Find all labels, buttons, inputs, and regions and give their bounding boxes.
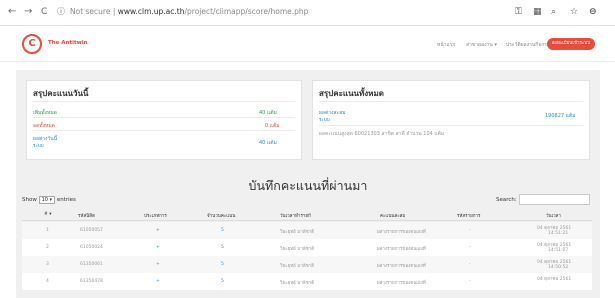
search-label: Search: (496, 197, 517, 203)
col-recorder[interactable]: วันเวลาทำรายกี (280, 212, 311, 219)
today-added-label: เพิ่มทั้งหมด (33, 110, 57, 116)
menu-item-home[interactable]: หน้าแรก (437, 41, 455, 49)
star-icon[interactable]: ☆ (570, 6, 578, 18)
col-num[interactable]: # ▾ (44, 212, 51, 217)
col-student-id[interactable]: รหัสนิสิต (78, 212, 95, 219)
search-icon[interactable]: ⌕ (551, 6, 556, 18)
security-label: Not secure (70, 7, 111, 16)
col-amount[interactable]: จำนวนคะแนน (207, 212, 235, 219)
table-row[interactable]: 4 61350478 + 5 วิยะยุทธ์ มาลีชาติ ผล่างร… (22, 273, 592, 290)
col-score[interactable]: คะแนนสะสม (380, 212, 405, 219)
col-code[interactable]: รหัสรายการ (457, 212, 480, 219)
today-summary-panel: สรุปคะแนนวันนี้ เพิ่มทั้งหมด 40 แต้ม ลดท… (26, 80, 302, 160)
main-content: สรุปคะแนนวันนี้ เพิ่มทั้งหมด 40 แต้ม ลดท… (16, 70, 600, 298)
col-type[interactable]: ประเภทการ (144, 212, 167, 219)
entries-length-control: Show 10 ▾ entries (22, 196, 76, 204)
table-header: # ▾ รหัสนิสิต ประเภทการ จำนวนคะแนน วันเว… (22, 210, 592, 221)
col-datetime[interactable]: วันเวลา (546, 212, 561, 219)
entries-select[interactable]: 10 ▾ (38, 196, 56, 204)
key-icon[interactable]: ⚿ (515, 6, 522, 18)
today-removed-label: ลดทั้งหมด (33, 123, 55, 129)
back-arrow-icon[interactable]: ← (8, 6, 16, 18)
url-host: www.clm.up.ac.th (117, 7, 185, 16)
account-icon[interactable]: ⊖ (589, 6, 597, 18)
table-row[interactable]: 2 61050024 + 5 วิยะยุทธ์ มาลีชาติ ผล่างร… (22, 239, 592, 256)
total-summary-panel: สรุปคะแนนทั้งหมด ผลต่างสะสม ระบบ 190827 … (312, 80, 590, 160)
site-logo[interactable]: C (22, 34, 42, 54)
info-icon[interactable]: ⓘ (57, 6, 65, 18)
address-bar[interactable]: Not secure | www.clm.up.ac.th/project/cl… (70, 6, 308, 18)
top-score-note: ผลคะแนนสูงสุด 60021303 สาขิต สาดี จำนวน … (319, 131, 445, 137)
forward-arrow-icon[interactable]: → (24, 6, 32, 18)
url-path: /project/climapp/score/home.php (184, 7, 309, 16)
site-brand[interactable]: The Antitwin (48, 40, 88, 46)
total-summary-title: สรุปคะแนนทั้งหมด (319, 89, 384, 98)
total-diff-sub: ระบบ (319, 118, 330, 123)
login-button[interactable]: ลงทะเบียนเข้าระบบ (547, 38, 595, 50)
today-removed-value: 0 แต้ม (265, 123, 280, 129)
today-summary-title: สรุปคะแนนวันนี้ (33, 89, 89, 98)
table-row[interactable]: 1 61050057 + 5 วิยะยุทธ์ มาลีชาติ ผล่างร… (22, 222, 592, 239)
translate-icon[interactable]: ▦ (533, 6, 542, 18)
search-input[interactable] (519, 194, 590, 205)
today-diff-sub: ระบบ (33, 144, 44, 149)
history-title: บันทึกคะแนนที่ผ่านมา (248, 178, 368, 193)
browser-toolbar: ← → C ⓘ Not secure | www.clm.up.ac.th/pr… (0, 0, 615, 26)
today-added-value: 40 แต้ม (259, 110, 277, 116)
table-row[interactable]: 3 61350061 + 5 วิยะยุทธ์ มาลีชาติ ผล่างร… (22, 256, 592, 273)
today-diff-value: 40 แต้ม (259, 140, 277, 146)
menu-item-history[interactable]: ประวัติผลงานกิจกรรม (506, 41, 553, 49)
divider (33, 101, 295, 102)
menu-item-branch[interactable]: สาขาผลงาน ▾ (466, 41, 497, 49)
reload-icon[interactable]: C (41, 6, 47, 18)
total-diff-value: 190827 แต้ม (545, 113, 576, 119)
